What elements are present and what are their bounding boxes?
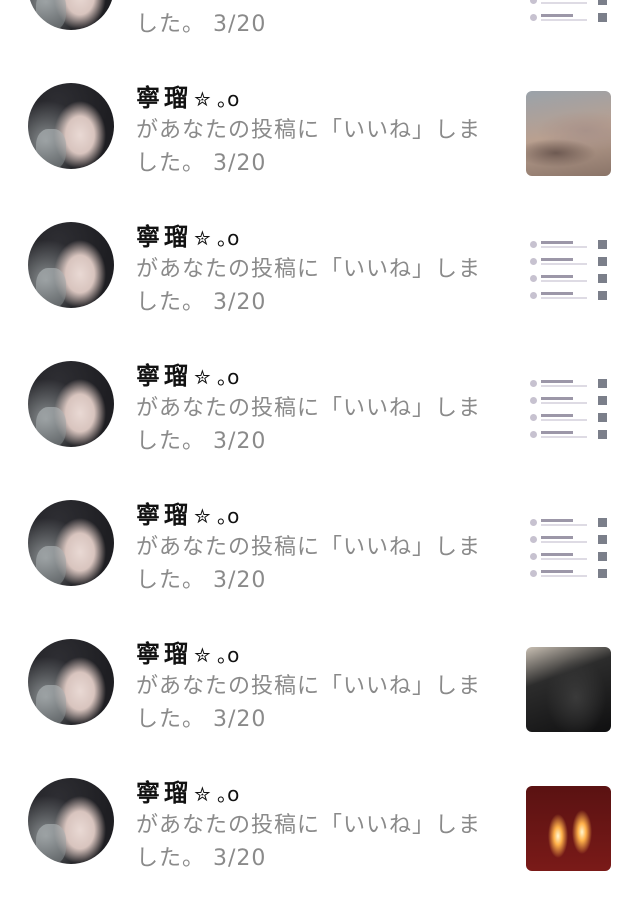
message-text: があなたの投稿に「いいね」しました。 [136,535,482,593]
notification-message: があなたの投稿に「いいね」しました。 3/20 [136,0,486,41]
user-name[interactable]: 寧瑠 [136,634,192,669]
post-thumbnail[interactable] [526,91,611,176]
avatar[interactable] [28,222,114,308]
notification-message: があなたの投稿に「いいね」しました。 3/20 [136,253,486,319]
avatar[interactable] [28,639,114,725]
notification-item[interactable]: 寧瑠✮ ｡oがあなたの投稿に「いいね」しました。 3/20 [0,70,640,209]
notification-list: 寧瑠✮ ｡oがあなたの投稿に「いいね」しました。 3/20寧瑠✮ ｡oがあなたの… [0,0,640,904]
notification-message: があなたの投稿に「いいね」しました。 3/20 [136,670,486,736]
user-name[interactable]: 寧瑠 [136,773,192,808]
message-text: があなたの投稿に「いいね」しました。 [136,396,482,454]
notification-item[interactable]: 寧瑠✮ ｡oがあなたの投稿に「いいね」しました。 3/20 [0,0,640,70]
user-name-decoration: ✮ ｡o [194,782,240,806]
user-name[interactable]: 寧瑠 [136,495,192,530]
avatar[interactable] [28,0,114,30]
post-thumbnail[interactable] [526,369,611,454]
notification-item[interactable]: 寧瑠✮ ｡oがあなたの投稿に「いいね」しました。 3/20 [0,487,640,626]
message-text: があなたの投稿に「いいね」しました。 [136,118,482,176]
post-thumbnail[interactable] [526,647,611,732]
post-thumbnail[interactable] [526,786,611,871]
notification-date: 3/20 [213,151,267,176]
user-name-line: 寧瑠 ✮ ｡o [136,217,240,252]
notification-item[interactable]: 寧瑠✮ ｡oがあなたの投稿に「いいね」しました。 3/20 [0,765,640,904]
notification-date: 3/20 [213,290,267,315]
notification-date: 3/20 [213,12,267,37]
notification-item[interactable]: 寧瑠✮ ｡oがあなたの投稿に「いいね」しました。 3/20 [0,348,640,487]
message-text: があなたの投稿に「いいね」しました。 [136,674,482,732]
post-thumbnail[interactable] [526,508,611,593]
user-name[interactable]: 寧瑠 [136,217,192,252]
avatar[interactable] [28,500,114,586]
user-name-line: 寧瑠 ✮ ｡o [136,356,240,391]
user-name-decoration: ✮ ｡o [194,365,240,389]
user-name-line: 寧瑠 ✮ ｡o [136,634,240,669]
user-name-line: 寧瑠 ✮ ｡o [136,78,240,113]
user-name-decoration: ✮ ｡o [194,504,240,528]
user-name-line: 寧瑠 ✮ ｡o [136,495,240,530]
notification-item[interactable]: 寧瑠✮ ｡oがあなたの投稿に「いいね」しました。 3/20 [0,209,640,348]
notification-date: 3/20 [213,568,267,593]
notification-message: があなたの投稿に「いいね」しました。 3/20 [136,531,486,597]
user-name-line: 寧瑠 ✮ ｡o [136,773,240,808]
message-text: があなたの投稿に「いいね」しました。 [136,813,482,871]
notification-date: 3/20 [213,846,267,871]
user-name[interactable]: 寧瑠 [136,356,192,391]
post-thumbnail[interactable] [526,0,611,37]
notification-message: があなたの投稿に「いいね」しました。 3/20 [136,392,486,458]
message-text: があなたの投稿に「いいね」しました。 [136,257,482,315]
avatar[interactable] [28,83,114,169]
avatar[interactable] [28,778,114,864]
notification-item[interactable]: 寧瑠✮ ｡oがあなたの投稿に「いいね」しました。 3/20 [0,626,640,765]
notification-date: 3/20 [213,707,267,732]
notification-message: があなたの投稿に「いいね」しました。 3/20 [136,114,486,180]
user-name[interactable]: 寧瑠 [136,78,192,113]
message-text: があなたの投稿に「いいね」しました。 [136,0,480,37]
user-name-decoration: ✮ ｡o [194,87,240,111]
notification-date: 3/20 [213,429,267,454]
notification-message: があなたの投稿に「いいね」しました。 3/20 [136,809,486,875]
user-name-decoration: ✮ ｡o [194,226,240,250]
avatar[interactable] [28,361,114,447]
post-thumbnail[interactable] [526,230,611,315]
user-name-decoration: ✮ ｡o [194,643,240,667]
